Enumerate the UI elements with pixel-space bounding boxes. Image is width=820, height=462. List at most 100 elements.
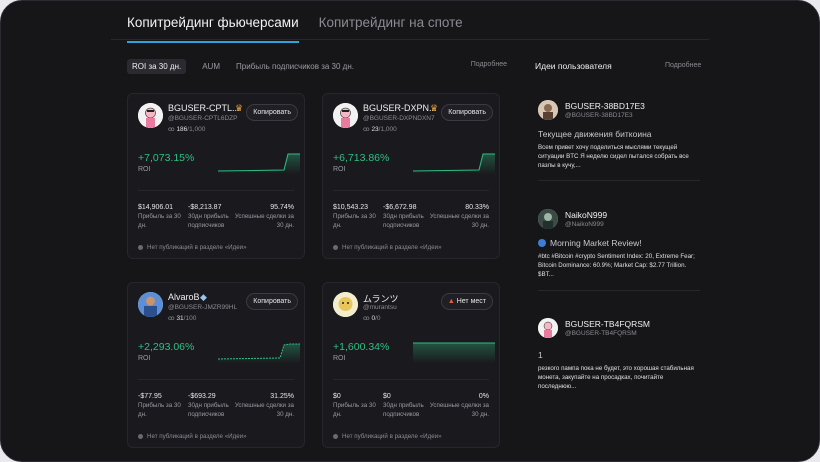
stat-subscriber-profit: -$693.29 bbox=[188, 393, 216, 400]
subs-max: /1,000 bbox=[378, 126, 397, 133]
stat-subscriber-profit: $0 bbox=[383, 393, 391, 400]
roi-sparkline bbox=[218, 343, 300, 363]
info-icon bbox=[538, 239, 546, 247]
idea-title[interactable]: Morning Market Review! bbox=[538, 238, 642, 248]
filter-aum[interactable]: AUM bbox=[202, 62, 220, 71]
tabs-divider bbox=[111, 39, 709, 40]
roi-label: ROI bbox=[333, 166, 346, 173]
idea-title[interactable]: 1 bbox=[538, 350, 543, 360]
stat-win-rate: 80.33% bbox=[465, 204, 489, 211]
stat-win-rate-label: Успешные сделки за 30 дн. bbox=[234, 402, 294, 418]
crown-icon: ♛ bbox=[235, 103, 244, 113]
ideas-section-title: Идеи пользователя bbox=[535, 61, 612, 71]
roi-value: +6,713.86% bbox=[333, 152, 390, 164]
roi-value: +1,600.34% bbox=[333, 341, 390, 353]
stat-profit: $14,906.01 bbox=[138, 204, 174, 211]
roi-label: ROI bbox=[333, 355, 346, 362]
avatar bbox=[538, 209, 558, 229]
no-publications-text: Нет публикаций в разделе «Идеи» bbox=[147, 433, 247, 440]
trader-card[interactable]: AlvaroB ◆ @BGUSER-JMZR99HL ꝏ 31/100 Копи… bbox=[127, 282, 305, 448]
subs-max: /1,000 bbox=[187, 126, 206, 133]
app-window: Копитрейдинг фьючерсами Копитрейдинг на … bbox=[0, 0, 820, 462]
avatar bbox=[138, 292, 163, 317]
subscriber-count: ꝏ 31/100 bbox=[168, 315, 197, 322]
idea-author-handle: @BGUSER-TB4FQRSM bbox=[565, 330, 637, 337]
no-publications-note: Нет публикаций в разделе «Идеи» bbox=[333, 433, 442, 440]
no-slots-button[interactable]: ▲ Нет мест bbox=[440, 293, 493, 310]
trader-handle: @murantsu bbox=[363, 304, 397, 311]
idea-author-name[interactable]: BGUSER-TB4FQRSM bbox=[565, 319, 650, 329]
trader-card[interactable]: ムランツ @murantsu ꝏ 0/0 ▲ Нет мест +1,600.3… bbox=[322, 282, 500, 448]
no-publications-text: Нет публикаций в разделе «Идеи» bbox=[147, 244, 247, 251]
idea-title-text: Morning Market Review! bbox=[550, 238, 642, 248]
card-divider bbox=[138, 190, 294, 191]
stat-profit-label: Прибыль за 30 дн. bbox=[138, 402, 181, 418]
trader-handle: @BGUSER-DXPNDXN7 bbox=[363, 115, 435, 122]
lightbulb-icon bbox=[333, 244, 338, 250]
idea-title[interactable]: Текущее движения биткоина bbox=[538, 129, 651, 139]
filter-roi[interactable]: ROI за 30 дн. bbox=[127, 58, 187, 74]
no-publications-text: Нет публикаций в разделе «Идеи» bbox=[342, 433, 442, 440]
diamond-icon: ◆ bbox=[200, 292, 207, 302]
idea-author-handle: @BGUSER-38BD17E3 bbox=[565, 112, 633, 119]
idea-body: #btc #Bitcoin #crypto Sentiment Index: 2… bbox=[538, 253, 695, 278]
lightbulb-icon bbox=[138, 244, 143, 250]
traders-more-link[interactable]: Подробнее bbox=[471, 61, 507, 68]
subscriber-count: ꝏ 186/1,000 bbox=[168, 126, 206, 133]
subscriber-count: ꝏ 0/0 bbox=[363, 315, 381, 322]
filter-bar: ROI за 30 дн. AUM Прибыль подписчиков за… bbox=[127, 58, 507, 74]
idea-separator bbox=[538, 180, 700, 181]
subs-current: 23 bbox=[371, 126, 379, 133]
subs-current: 31 bbox=[176, 315, 184, 322]
stat-profit-label: Прибыль за 30 дн. bbox=[333, 213, 376, 229]
stat-win-rate-label: Успешные сделки за 30 дн. bbox=[429, 402, 489, 418]
no-publications-note: Нет публикаций в разделе «Идеи» bbox=[138, 433, 247, 440]
card-divider bbox=[138, 379, 294, 380]
stat-win-rate-label: Успешные сделки за 30 дн. bbox=[234, 213, 294, 229]
no-publications-note: Нет публикаций в разделе «Идеи» bbox=[138, 244, 247, 251]
idea-body: резкого пампа пока не будет, это хорошая… bbox=[538, 365, 694, 390]
stat-win-rate: 0% bbox=[478, 393, 489, 400]
copy-button[interactable]: Копировать bbox=[441, 104, 493, 121]
subs-current: 186 bbox=[176, 126, 188, 133]
idea-author-name[interactable]: BGUSER-38BD17E3 bbox=[565, 101, 645, 111]
copy-button[interactable]: Копировать bbox=[246, 293, 298, 310]
roi-label: ROI bbox=[138, 355, 151, 362]
stat-win-rate: 31.25% bbox=[270, 393, 294, 400]
no-publications-text: Нет публикаций в разделе «Идеи» bbox=[342, 244, 442, 251]
idea-post[interactable]: BGUSER-TB4FQRSM @BGUSER-TB4FQRSM 1 резко… bbox=[538, 318, 700, 398]
stat-profit: $0 bbox=[333, 393, 341, 400]
avatar bbox=[538, 100, 558, 120]
stat-win-rate-label: Успешные сделки за 30 дн. bbox=[429, 213, 489, 229]
no-slots-label: Нет мест bbox=[456, 298, 486, 305]
idea-author-handle: @NaikoN999 bbox=[565, 221, 604, 228]
roi-value: +2,293.06% bbox=[138, 341, 195, 353]
lightbulb-icon bbox=[138, 433, 143, 439]
avatar bbox=[333, 292, 358, 317]
trader-card[interactable]: BGUSER-DXPN... ♛ @BGUSER-DXPNDXN7 ꝏ 23/1… bbox=[322, 93, 500, 259]
crown-icon: ♛ bbox=[430, 103, 439, 113]
roi-sparkline bbox=[218, 153, 300, 174]
idea-post[interactable]: NaikoN999 @NaikoN999 Morning Market Revi… bbox=[538, 209, 700, 289]
avatar bbox=[333, 103, 358, 128]
stat-profit: $10,543.23 bbox=[333, 204, 369, 211]
stat-profit: -$77.95 bbox=[138, 393, 162, 400]
trader-handle: @BGUSER-CPTL6DZP bbox=[168, 115, 238, 122]
subs-max: /0 bbox=[375, 315, 381, 322]
roi-sparkline bbox=[413, 342, 495, 363]
card-divider bbox=[333, 190, 489, 191]
idea-author-name[interactable]: NaikoN999 bbox=[565, 210, 607, 220]
card-divider bbox=[333, 379, 489, 380]
copy-button[interactable]: Копировать bbox=[246, 104, 298, 121]
roi-label: ROI bbox=[138, 166, 151, 173]
filter-subscriber-profit[interactable]: Прибыль подписчиков за 30 дн. bbox=[236, 62, 354, 71]
fire-icon: ▲ bbox=[447, 298, 455, 305]
ideas-more-link[interactable]: Подробнее bbox=[665, 62, 701, 69]
idea-post[interactable]: BGUSER-38BD17E3 @BGUSER-38BD17E3 Текущее… bbox=[538, 100, 700, 180]
avatar bbox=[538, 318, 558, 338]
trader-card[interactable]: BGUSER-CPTL... ♛ @BGUSER-CPTL6DZP ꝏ 186/… bbox=[127, 93, 305, 259]
trader-handle: @BGUSER-JMZR99HL bbox=[168, 304, 238, 311]
idea-body: Всем привет хочу поделиться мыслями теку… bbox=[538, 144, 689, 169]
stat-subscriber-profit: -$8,213.87 bbox=[188, 204, 222, 211]
stat-win-rate: 95.74% bbox=[270, 204, 294, 211]
